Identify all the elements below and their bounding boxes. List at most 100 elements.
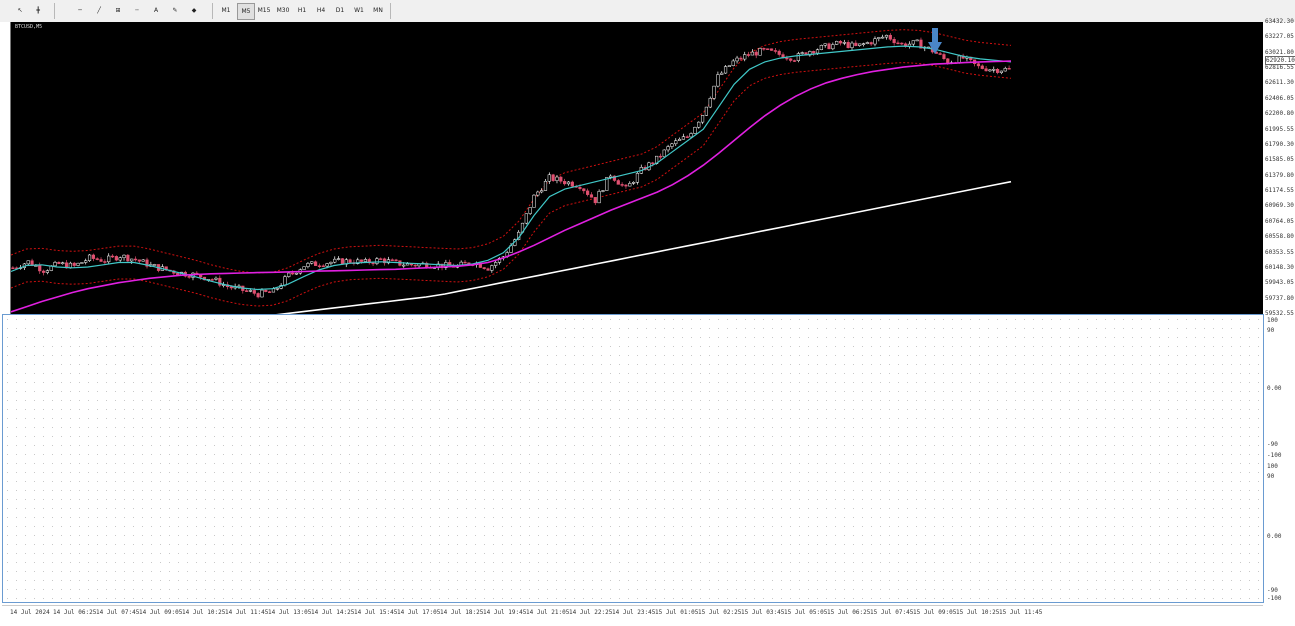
current-price-label: 62920.10 (1265, 56, 1295, 66)
candle-body (359, 259, 364, 262)
price-axis: 63432.30 63227.05 63021.80 62816.55 62611.30… (1263, 18, 1295, 317)
candle-body (716, 74, 720, 87)
candle-body (712, 85, 716, 99)
candle-body (490, 265, 494, 271)
candle-body (766, 48, 770, 50)
horizontal-line-button[interactable]: ─ (74, 3, 86, 18)
cursor-tool-button[interactable]: ↖ (14, 3, 26, 18)
candle-body (999, 70, 1004, 73)
candle-body (662, 149, 666, 157)
candle-body (76, 262, 80, 266)
candle-body (743, 54, 747, 60)
candle-body (586, 190, 590, 195)
candle-body (858, 43, 862, 46)
candle-body (735, 57, 739, 62)
price-axis-label: 61174.55 (1265, 187, 1294, 195)
ma-fast-line (10, 45, 1012, 291)
candle-body (720, 72, 724, 75)
candle-body (597, 191, 601, 204)
candle-body (547, 174, 551, 182)
candle-body (896, 42, 900, 45)
candle-body (524, 213, 528, 224)
candle-body (486, 268, 490, 271)
toolbar-separator (212, 3, 213, 19)
time-axis-label: 14 Jul 07:45 (96, 609, 140, 616)
timeframe-h1[interactable]: H1 (294, 3, 310, 18)
candle-body (371, 262, 375, 265)
candle-body (187, 275, 191, 278)
candle-body (796, 53, 800, 61)
candle-body (881, 36, 885, 39)
timeframe-mn[interactable]: MN (370, 3, 386, 18)
indicator-axis-label: 0.00 (1267, 533, 1282, 540)
candle-body (838, 40, 843, 44)
shapes-tool-button[interactable]: ◆ (188, 3, 200, 18)
chart-symbol-label: BTCUSD,M5 (15, 24, 43, 30)
candle-body (291, 272, 295, 275)
indicator-axis-label: -100 (1267, 452, 1282, 459)
timeframe-m5[interactable]: M5 (237, 3, 255, 20)
candle-body (53, 261, 57, 267)
candle-body (336, 258, 341, 260)
candle-body (869, 42, 873, 45)
timeframe-w1[interactable]: W1 (351, 3, 367, 18)
indicator-axis: 100 90 0.00 -90 -100 100 90 0.00 -90 -100 (1265, 315, 1295, 605)
crosshair-tool-button[interactable]: ╋ (32, 3, 44, 18)
time-axis: 14 Jul 2024 14 Jul 06:25 14 Jul 07:45 14 Ju… (2, 605, 1263, 624)
candle-body (314, 261, 318, 266)
candle-body (762, 48, 766, 50)
price-axis-label: 60969.30 (1265, 202, 1294, 210)
indicator-subwindow[interactable] (2, 314, 1264, 603)
timeframe-m15[interactable]: M15 (256, 3, 272, 18)
time-axis-label: 15 Jul 09:05 (913, 609, 957, 616)
timeframe-d1[interactable]: D1 (332, 3, 348, 18)
time-axis-label: 14 Jul 10:25 (182, 609, 226, 616)
candle-body (708, 98, 712, 108)
price-chart-pane[interactable]: BTCUSD,M5 (10, 22, 1263, 348)
candle-body (988, 69, 992, 72)
chart-area[interactable]: BTCUSD,M5 63432.30 63227.05 63021.80 62816.… (0, 18, 1295, 626)
candle-body (850, 42, 854, 48)
time-axis-label: 15 Jul 03:45 (741, 609, 785, 616)
candle-body (601, 190, 605, 192)
candle-body (126, 254, 130, 262)
candle-body (252, 290, 256, 294)
candle-body (275, 288, 279, 290)
candle-body (229, 286, 233, 289)
candle-body (283, 276, 287, 286)
timeframe-m1[interactable]: M1 (218, 3, 234, 18)
candle-body (348, 259, 352, 263)
candle-body (632, 182, 636, 184)
candle-body (306, 263, 310, 267)
candle-body (777, 50, 781, 55)
candle-body (758, 48, 762, 56)
candle-body (704, 106, 708, 116)
candle-body (340, 258, 345, 265)
indicator-axis-label: 100 (1267, 463, 1278, 470)
candle-body (294, 272, 299, 275)
candle-body (589, 194, 594, 198)
candle-body (84, 260, 88, 263)
candle-body (463, 261, 467, 264)
candle-body (789, 58, 793, 61)
time-axis-label: 15 Jul 06:25 (827, 609, 871, 616)
candle-body (980, 65, 984, 69)
fibonacci-button[interactable]: ╌ (131, 3, 143, 18)
label-tool-button[interactable]: ✎ (169, 3, 181, 18)
channel-button[interactable]: ⊞ (112, 3, 124, 18)
candle-body (137, 259, 141, 262)
candle-body (792, 60, 797, 62)
text-tool-button[interactable]: A (150, 3, 162, 18)
candle-body (413, 264, 417, 267)
timeframe-m30[interactable]: M30 (275, 3, 291, 18)
candle-body (995, 69, 1000, 73)
candle-body (888, 34, 892, 40)
candle-body (57, 261, 61, 264)
candle-body (214, 277, 218, 280)
candle-body (329, 261, 333, 264)
time-axis-label: 14 Jul 21:05 (526, 609, 570, 616)
candle-body (87, 254, 92, 261)
trendline-button[interactable]: ╱ (93, 3, 105, 18)
indicator-axis-label: 90 (1267, 327, 1275, 334)
timeframe-h4[interactable]: H4 (313, 3, 329, 18)
